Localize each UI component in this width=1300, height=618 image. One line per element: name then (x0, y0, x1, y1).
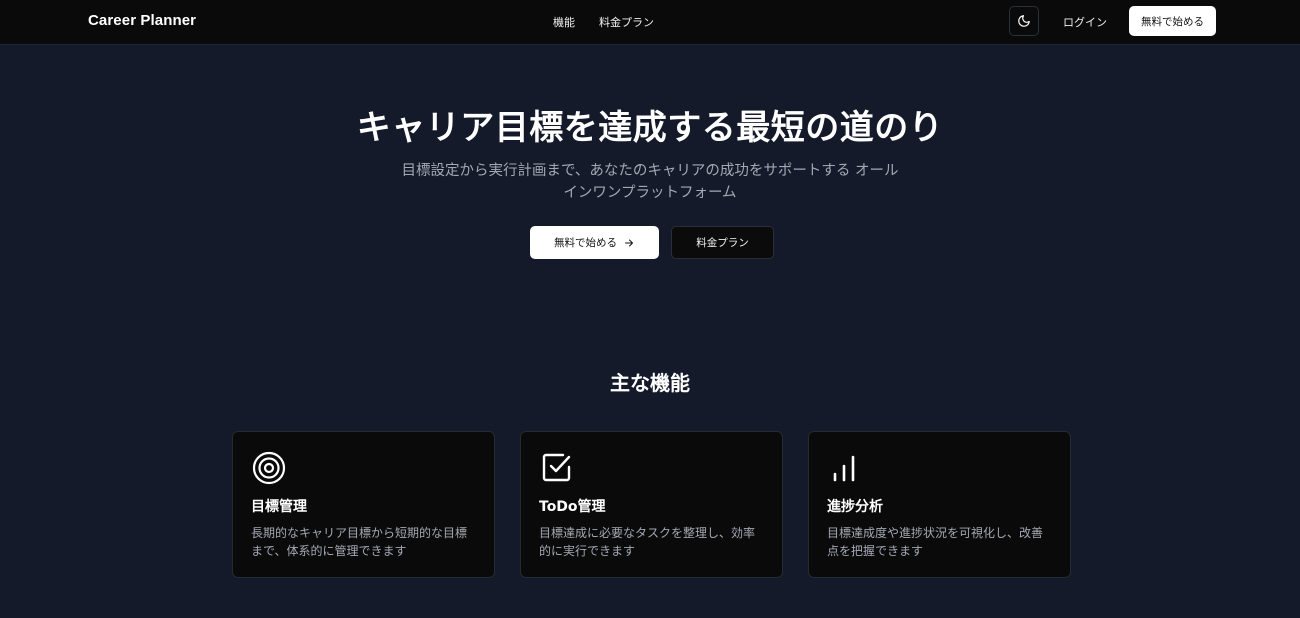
top-navigation-bar: Career Planner 機能 料金プラン ログイン 無料で始める (0, 0, 1300, 45)
pricing-button[interactable]: 料金プラン (671, 226, 774, 259)
start-free-button-label: 無料で始める (554, 237, 617, 249)
feature-card-todo: ToDo管理 目標達成に必要なタスクを整理し、効率的に実行できます (520, 431, 783, 578)
feature-card-description: 長期的なキャリア目標から短期的な目標まで、体系的に管理できます (251, 526, 468, 558)
login-link[interactable]: ログイン (1063, 14, 1107, 30)
nav-link-features[interactable]: 機能 (553, 14, 575, 30)
start-free-button-header[interactable]: 無料で始める (1129, 6, 1216, 36)
start-free-button[interactable]: 無料で始める (530, 226, 659, 259)
target-icon (251, 450, 287, 486)
features-section-title: 主な機能 (610, 371, 690, 395)
feature-card-description: 目標達成度や進捗状況を可視化し、改善点を把握できます (827, 526, 1044, 558)
feature-card-goal: 目標管理 長期的なキャリア目標から短期的な目標まで、体系的に管理できます (232, 431, 495, 578)
feature-card-title: 進捗分析 (827, 499, 883, 515)
main-nav: 機能 料金プラン (553, 14, 654, 30)
brand-logo[interactable]: Career Planner (88, 12, 196, 29)
feature-card-progress: 進捗分析 目標達成度や進捗状況を可視化し、改善点を把握できます (808, 431, 1071, 578)
nav-link-pricing[interactable]: 料金プラン (599, 14, 654, 30)
arrow-right-icon (625, 239, 633, 246)
moon-icon (1018, 15, 1030, 27)
bar-chart-icon (827, 450, 863, 486)
hero-actions: 無料で始める 料金プラン (530, 226, 774, 259)
checkbox-icon (539, 450, 575, 486)
theme-toggle-button[interactable] (1009, 6, 1039, 36)
feature-card-title: 目標管理 (251, 499, 307, 515)
feature-card-title: ToDo管理 (539, 499, 606, 515)
hero-title: キャリア目標を達成する最短の道のり (356, 108, 944, 148)
hero-subtitle: 目標設定から実行計画まで、あなたのキャリアの成功をサポートする オールインワンプ… (401, 163, 899, 201)
feature-card-description: 目標達成に必要なタスクを整理し、効率的に実行できます (539, 526, 756, 558)
